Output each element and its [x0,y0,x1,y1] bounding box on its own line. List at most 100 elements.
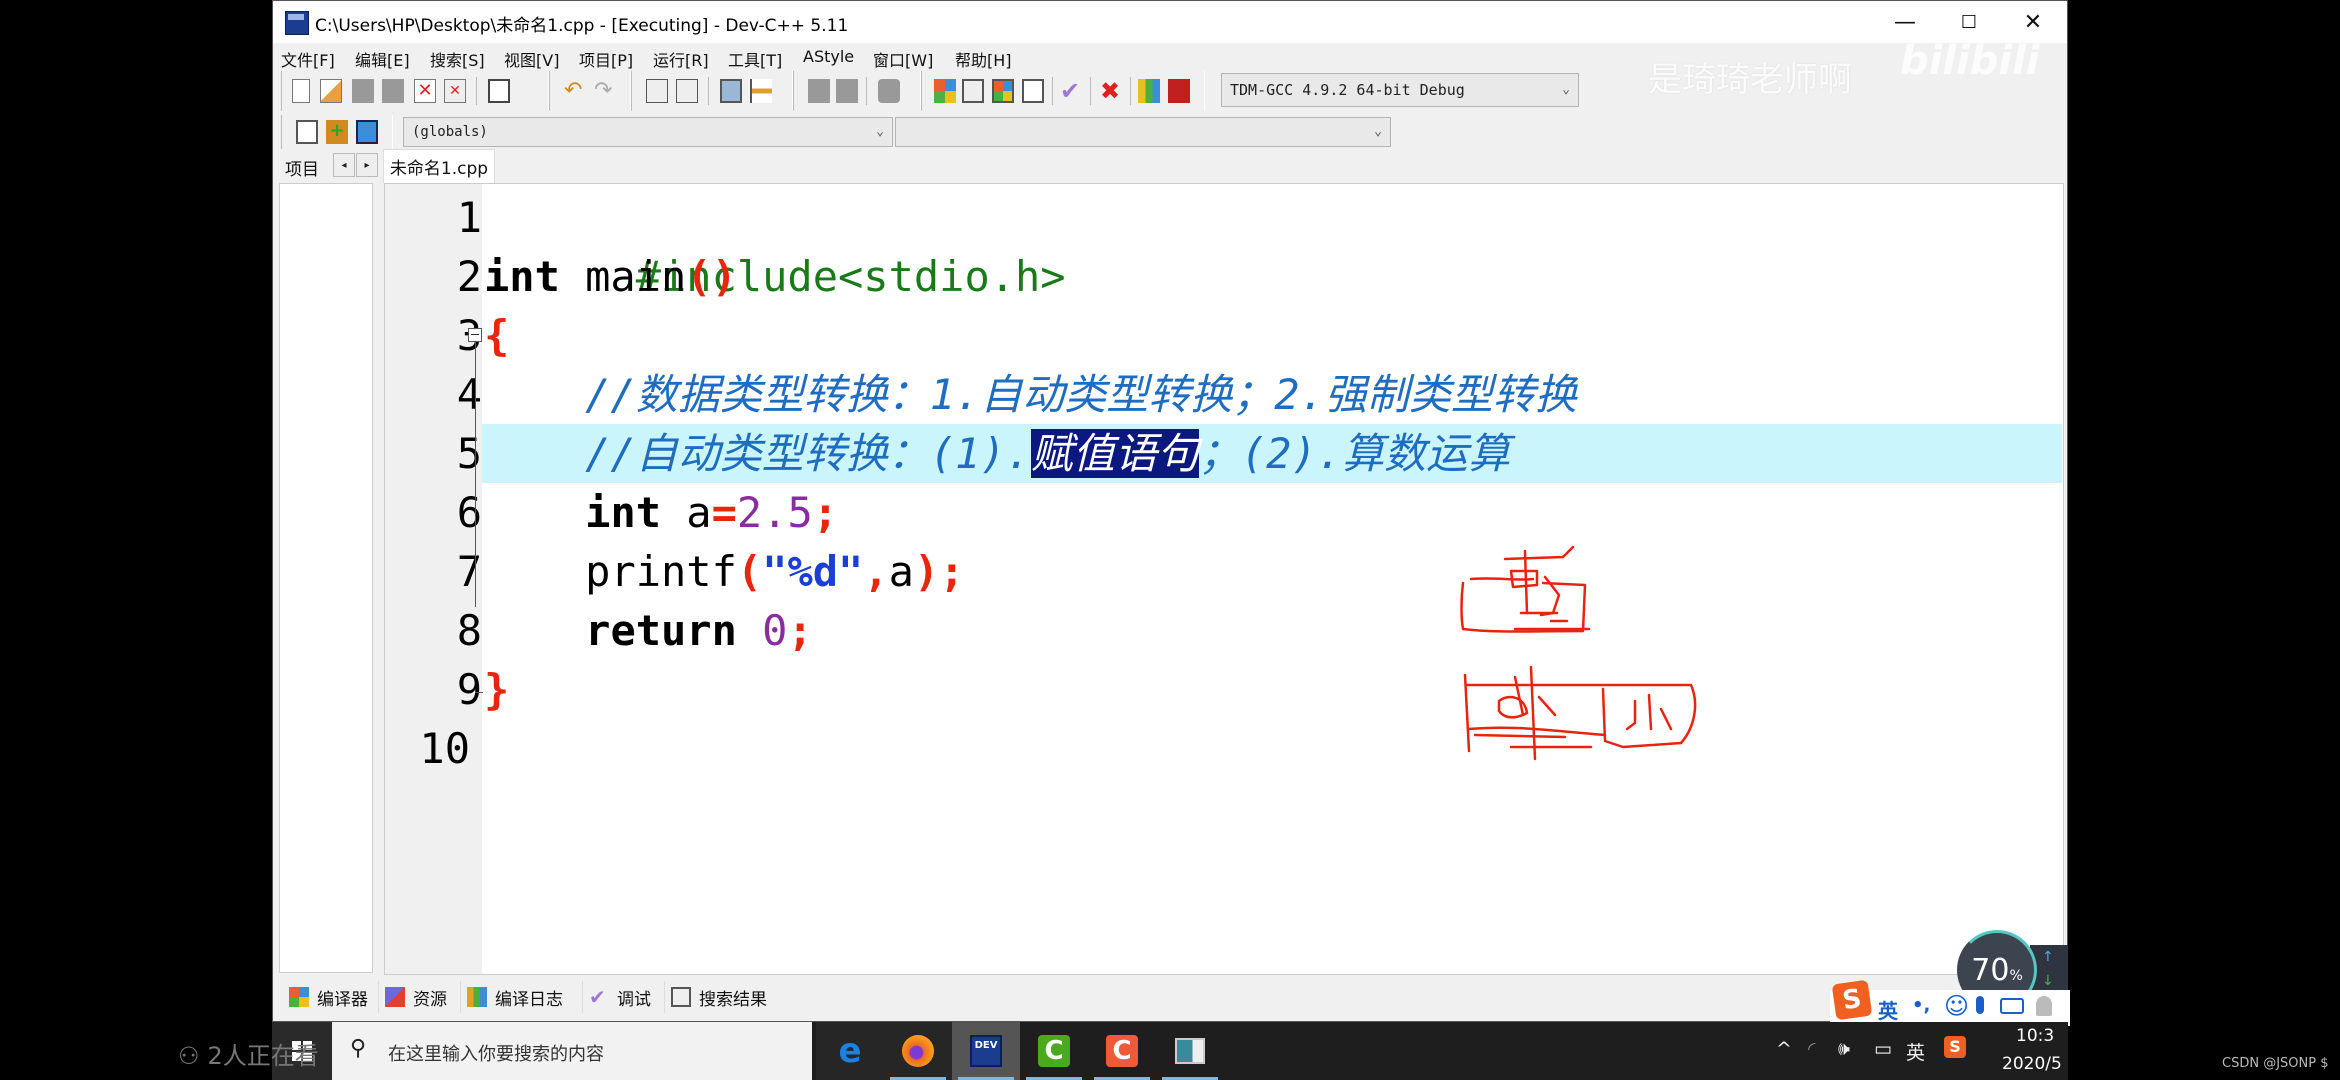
undo-icon[interactable]: ↶ [564,79,586,103]
open-file-icon[interactable] [320,79,342,103]
menu-window[interactable]: 窗口[W] [873,47,933,71]
firefox-icon [902,1035,934,1067]
tab-debug-label: 调试 [617,989,651,1010]
stop-execution-icon[interactable]: ✖ [1100,79,1122,103]
close-button[interactable]: ✕ [2001,1,2065,43]
minimize-button[interactable]: — [1873,1,1937,43]
fold-collapse-icon[interactable] [468,328,482,342]
tray-input-language[interactable]: 英 [1906,1038,1925,1065]
code-editor[interactable]: 1 2 3 4 5 6 7 8 9 10 #include<stdio.h> i… [384,183,2064,975]
devcpp-app-icon [285,11,309,35]
run-icon[interactable] [962,79,984,103]
close-file-icon[interactable]: ✕ [414,79,436,103]
clock-date[interactable]: 2020/5 [2002,1054,2062,1074]
taskbar-search-box[interactable]: ⚲ 在这里输入你要搜索的内容 [332,1022,812,1080]
menu-astyle[interactable]: AStyle [803,47,854,66]
profile-icon[interactable] [1138,79,1160,103]
menu-search[interactable]: 搜索[S] [430,47,485,71]
tab-file[interactable]: 未命名1.cpp [383,149,495,183]
menu-view[interactable]: 视图[V] [504,47,559,71]
symbol: = [711,488,737,537]
taskbar-app-devcpp[interactable]: DEV [952,1022,1020,1080]
close-all-icon[interactable]: ✕ [444,79,466,103]
rebuild-all-icon[interactable] [1022,79,1044,103]
maximize-button[interactable]: ☐ [1937,1,2001,43]
redo-icon[interactable]: ↷ [594,79,616,103]
taskbar-app-edge[interactable]: e [816,1022,884,1080]
code-line-9: } [484,660,509,719]
user-icon[interactable] [2036,996,2052,1016]
microphone-icon[interactable] [1976,996,1984,1014]
print-icon[interactable] [488,79,510,103]
indent-icon[interactable] [808,79,830,103]
line-number-gutter: 1 2 3 4 5 6 7 8 9 10 [385,184,483,974]
menu-edit[interactable]: 编辑[E] [355,47,410,71]
toggle-bookmark-icon[interactable] [750,79,772,103]
wifi-icon[interactable]: ◜ [1808,1038,1815,1060]
taskbar-app-camtasia-orange[interactable]: C [1088,1022,1156,1080]
symbol: { [484,311,510,360]
taskbar-app-camtasia-green[interactable]: C [1020,1022,1088,1080]
bilibili-logo: bilibili [1900,38,2040,84]
compiler-select[interactable]: TDM-GCC 4.9.2 64-bit Debug ⌄ [1221,73,1579,107]
delete-profile-icon[interactable] [1168,79,1190,103]
new-file-icon[interactable] [292,79,310,103]
menu-tools[interactable]: 工具[T] [728,47,782,71]
save-all-icon[interactable] [382,79,404,103]
comment-icon[interactable] [878,79,900,103]
viewer-count-text: 2人正在看 [207,1042,319,1070]
remove-from-project-icon[interactable] [356,120,378,144]
volume-icon[interactable]: 🕪 [1838,1038,1850,1060]
tab-compiler[interactable]: 编译器 [283,981,379,1013]
save-icon[interactable] [352,79,374,103]
viewers-icon: ⚇ [178,1042,200,1070]
compile-run-icon[interactable] [992,79,1014,103]
new-project-icon[interactable] [296,120,318,144]
taskbar-app-window[interactable] [1156,1022,1224,1080]
ime-punctuation-toggle[interactable]: •, [1912,995,1930,1016]
number-literal: 2.5 [736,488,813,537]
code-line-4: //数据类型转换：1.自动类型转换；2.强制类型转换 [484,365,1577,424]
taskbar-app-firefox[interactable] [884,1022,952,1080]
menu-help[interactable]: 帮助[H] [955,47,1012,71]
compile-icon[interactable] [934,79,956,103]
menu-project[interactable]: 项目[P] [579,47,633,71]
tab-project[interactable]: 项目 [285,155,319,180]
sogou-tray-icon[interactable]: S [1944,1036,1966,1058]
show-hidden-icons-chevron-icon[interactable]: ^ [1776,1038,1792,1060]
scope-select[interactable]: (globals) ⌄ [403,117,893,147]
tab-resources[interactable]: 资源 [379,981,461,1013]
syntax-check-icon[interactable]: ✔ [1060,79,1082,103]
menu-run[interactable]: 运行[R] [653,47,709,71]
identifier: main [559,252,687,301]
upload-arrow-icon: ↑ [2042,949,2054,965]
replace-icon[interactable] [676,79,698,103]
goto-line-icon[interactable] [720,79,742,103]
tab-scroll-right-button[interactable]: ▸ [356,153,378,177]
tab-debug[interactable]: ✔ 调试 [583,981,665,1013]
emoji-icon[interactable]: ☺ [1944,992,1969,1020]
comment: //数据类型转换：1.自动类型转换；2.强制类型转换 [484,370,1577,419]
unindent-icon[interactable] [836,79,858,103]
chevron-down-icon: ⌄ [1374,123,1382,139]
keyboard-icon[interactable] [2000,998,2024,1014]
menu-file[interactable]: 文件[F] [281,47,335,71]
text-selection: 赋值语句 [1030,429,1199,478]
battery-icon[interactable]: ▭ [1874,1038,1892,1060]
code-line-2: int main() [484,247,737,306]
keyword: int [585,488,662,537]
clock-time[interactable]: 10:3 [2016,1026,2054,1046]
project-panel[interactable] [279,183,373,973]
window-app-icon [1175,1038,1205,1064]
add-to-project-icon[interactable]: + [326,120,348,144]
line-number: 5 [456,429,482,478]
member-select[interactable]: ⌄ [895,117,1391,147]
tab-search-results[interactable]: 搜索结果 [665,981,775,1013]
ime-language-toggle[interactable]: 英 [1878,995,1898,1024]
sogou-logo-icon[interactable]: S [1831,979,1873,1021]
tab-compile-log[interactable]: 编译日志 [461,981,583,1013]
tab-scroll-left-button[interactable]: ◂ [333,153,355,177]
identifier: a [661,488,712,537]
find-icon[interactable] [646,79,668,103]
